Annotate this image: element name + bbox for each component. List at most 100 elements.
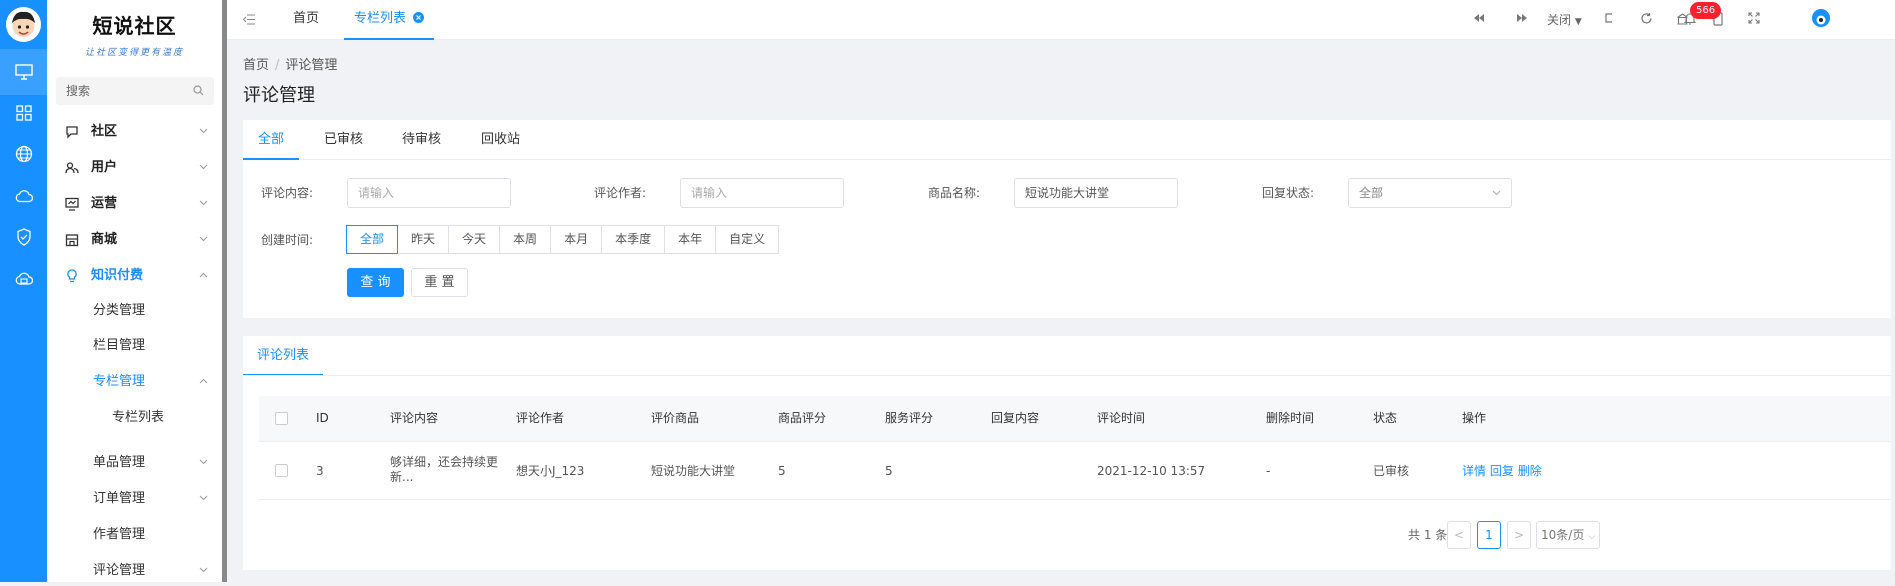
sidebar-item-column-mgmt[interactable]: 栏目管理 [47, 331, 222, 361]
tab-approved[interactable]: 已审核 [309, 120, 378, 160]
page-1-button[interactable]: 1 [1477, 521, 1501, 549]
sidebar-item-order-mgmt[interactable]: 订单管理 [47, 484, 222, 514]
filter-card: 全部 已审核 待审核 回收站 评论内容: 请输入 评论作者: 请输入 商品名称:… [243, 120, 1891, 318]
breadcrumb-home[interactable]: 首页 [243, 58, 269, 73]
notification-badge: 566 [1690, 2, 1722, 19]
cell-actions: 详情 回复 删除 [1462, 464, 1542, 479]
chevron-down-icon: ⌵ [1588, 532, 1595, 542]
row-checkbox[interactable] [275, 464, 288, 477]
shield-check-icon[interactable] [0, 214, 47, 260]
sidebar-item-special-list[interactable]: 专栏列表 [47, 403, 222, 433]
column-header: 操作 [1462, 411, 1487, 425]
table-row: 3 够详细，还会持续更 新... 想天小J_123 短说功能大讲堂 5 5 20… [259, 442, 1891, 500]
grid-icon[interactable] [0, 90, 47, 136]
cloud-icon[interactable] [0, 173, 47, 219]
store-icon [65, 234, 79, 247]
content-line: 够详细，还会持续更 [390, 455, 499, 469]
sidebar-item-item-mgmt[interactable]: 单品管理 [47, 448, 222, 478]
breadcrumb-current: 评论管理 [285, 58, 338, 73]
chevron-down-icon [199, 128, 208, 134]
sidebar-item-users[interactable]: 用户 [47, 153, 222, 183]
reply-status-select[interactable]: 全部 [1348, 178, 1512, 208]
globe-icon[interactable] [0, 131, 47, 177]
cell-content-link[interactable]: 够详细，还会持续更 新... [390, 455, 498, 485]
sidebar-item-label: 运营 [91, 196, 118, 211]
monitor-icon[interactable] [0, 49, 47, 95]
tab-pending[interactable]: 待审核 [387, 120, 456, 160]
next-page-button[interactable]: > [1507, 521, 1531, 549]
close-tab-icon[interactable] [413, 12, 425, 23]
tab-special-list[interactable]: 专栏列表 [344, 0, 435, 40]
tab-comment-list[interactable]: 评论列表 [243, 336, 324, 376]
status-tabs: 全部 已审核 待审核 回收站 [243, 120, 1891, 160]
time-option-month[interactable]: 本月 [550, 225, 603, 254]
cell-author-link[interactable]: 想天小J_123 [516, 464, 584, 479]
comment-author-input[interactable]: 请输入 [680, 178, 844, 208]
product-label: 商品名称: [928, 186, 981, 200]
chevron-down-icon [199, 200, 208, 206]
time-option-today[interactable]: 今天 [448, 225, 501, 254]
sidebar-item-operations[interactable]: 运营 [47, 189, 222, 219]
column-header: 服务评分 [885, 411, 934, 425]
backward-icon[interactable] [1473, 12, 1485, 24]
time-option-year[interactable]: 本年 [664, 225, 717, 254]
content-line: 新... [390, 470, 414, 484]
sidebar-item-knowledge[interactable]: 知识付费 [47, 261, 222, 291]
tab-home[interactable]: 首页 [293, 0, 319, 40]
tab-all[interactable]: 全部 [243, 120, 300, 160]
sidebar-item-category-mgmt[interactable]: 分类管理 [47, 296, 222, 326]
reply-link[interactable]: 回复 [1490, 464, 1514, 478]
comment-content-input[interactable]: 请输入 [347, 178, 511, 208]
sidebar-item-special-mgmt[interactable]: 专栏管理 [47, 367, 222, 397]
sidebar-search-input[interactable]: 搜索 [56, 77, 214, 105]
users-icon [65, 162, 79, 174]
chevron-up-icon [199, 272, 208, 278]
time-option-all[interactable]: 全部 [346, 225, 399, 254]
table-header: ID 评论内容 评论作者 评价商品 商品评分 服务评分 回复内容 评论时间 删除… [259, 396, 1891, 442]
chat-icon [66, 126, 78, 139]
author-label: 评论作者: [594, 186, 647, 200]
select-all-checkbox[interactable] [275, 412, 288, 425]
collapse-menu-icon[interactable] [243, 14, 255, 25]
reset-button[interactable]: 重 置 [411, 268, 468, 297]
product-name-input[interactable]: 短说功能大讲堂 [1014, 178, 1178, 208]
column-header: 商品评分 [778, 411, 827, 425]
close-menu-dropdown[interactable]: 关闭 ▼ [1547, 11, 1582, 28]
sidebar-item-author-mgmt[interactable]: 作者管理 [47, 520, 222, 550]
sidebar-item-label: 专栏列表 [112, 410, 165, 425]
column-header: 评论时间 [1097, 411, 1146, 425]
close-label: 关闭 [1547, 13, 1572, 27]
cloud-server-icon[interactable] [0, 257, 47, 303]
user-avatar[interactable] [1812, 9, 1830, 27]
detail-link[interactable]: 详情 [1462, 464, 1486, 478]
sidebar: 短说社区 让社区变得更有温度 搜索 社区 用户 运营 商城 知识付费 分类管理 … [47, 0, 222, 582]
time-option-yesterday[interactable]: 昨天 [397, 225, 450, 254]
exit-icon[interactable] [1603, 12, 1615, 24]
logo[interactable]: 短说社区 让社区变得更有温度 [47, 0, 222, 62]
cell-status: 已审核 [1373, 464, 1410, 478]
time-range-group: 全部 昨天 今天 本周 本月 本季度 本年 自定义 [346, 225, 780, 254]
avatar[interactable] [6, 7, 41, 42]
main-area: 首页 专栏列表 关闭 ▼ 566 首页 / 评论管理 评论管理 全部 已审核 待审核… [227, 0, 1895, 582]
sidebar-item-mall[interactable]: 商城 [47, 225, 222, 255]
time-option-custom[interactable]: 自定义 [715, 225, 780, 254]
search-button[interactable]: 查 询 [347, 268, 404, 297]
column-header: 评论作者 [516, 411, 565, 425]
cell-product-link[interactable]: 短说功能大讲堂 [651, 464, 735, 479]
sidebar-item-community[interactable]: 社区 [47, 117, 222, 147]
forward-icon[interactable] [1516, 12, 1528, 24]
caret-down-icon: ▼ [1574, 17, 1582, 27]
time-option-quarter[interactable]: 本季度 [601, 225, 666, 254]
chevron-down-icon [199, 459, 208, 465]
cell-deleted-time: - [1266, 464, 1271, 478]
comment-list-card: 评论列表 ID 评论内容 评论作者 评价商品 商品评分 服务评分 回复内容 评论… [243, 336, 1891, 570]
cell-product-score: 5 [778, 464, 786, 478]
cell-time: 2021-12-10 13:57 [1097, 464, 1206, 478]
tab-recycle-bin[interactable]: 回收站 [466, 120, 535, 160]
refresh-icon[interactable] [1640, 12, 1653, 25]
time-option-week[interactable]: 本周 [499, 225, 552, 254]
prev-page-button[interactable]: < [1447, 521, 1471, 549]
delete-link[interactable]: 删除 [1518, 464, 1542, 478]
fullscreen-icon[interactable] [1748, 12, 1760, 24]
page-size-select[interactable]: 10条/页 ⌵ [1536, 521, 1600, 549]
